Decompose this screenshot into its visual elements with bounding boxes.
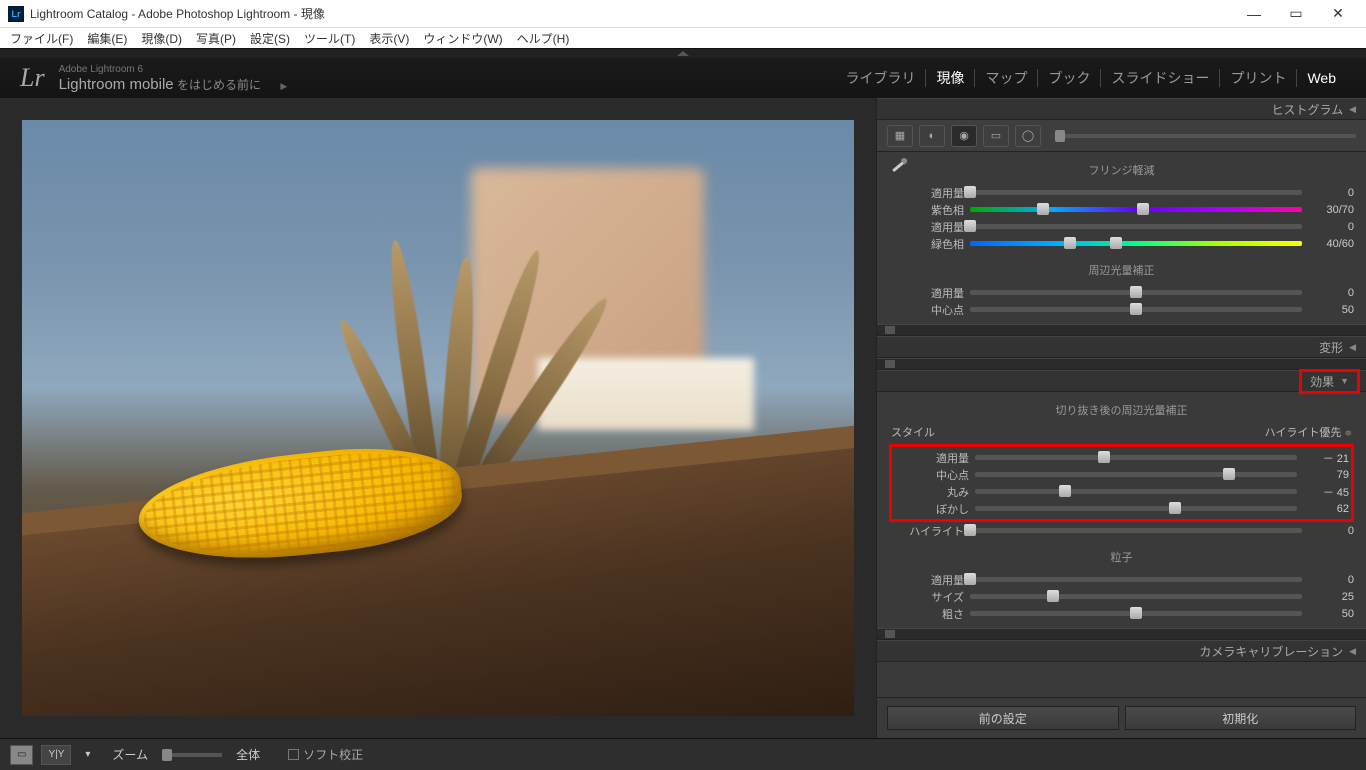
menu-tool[interactable]: ツール(T) <box>298 28 361 49</box>
brand-arrow[interactable]: ▶ <box>280 81 287 91</box>
menu-settings[interactable]: 設定(S) <box>244 28 296 49</box>
menu-edit[interactable]: 編集(E) <box>81 28 133 49</box>
app-icon: Lr <box>8 6 24 22</box>
module-header: Lr Adobe Lightroom 6 Lightroom mobile をは… <box>0 58 1366 98</box>
panel-switch-fx[interactable] <box>877 358 1366 370</box>
soft-proof-checkbox[interactable]: ソフト校正 <box>288 746 363 763</box>
style-value[interactable]: ハイライト優先 ≑ <box>1265 424 1352 440</box>
grain-title: 粒子 <box>889 549 1354 565</box>
minimize-button[interactable]: — <box>1234 2 1274 26</box>
module-map[interactable]: マップ <box>975 68 1037 88</box>
tool-strip: ▦ ◐ ◉ ▭ ◯ <box>877 120 1366 152</box>
menu-photo[interactable]: 写真(P) <box>190 28 242 49</box>
zoom-slider[interactable] <box>162 753 222 757</box>
effects-highlight-box: 適用量－ 21 中心点79 丸み－ 45 ぼかし62 <box>889 444 1354 522</box>
menu-window[interactable]: ウィンドウ(W) <box>417 28 508 49</box>
menu-view[interactable]: 表示(V) <box>363 28 415 49</box>
pc-hl-slider[interactable] <box>970 528 1302 533</box>
zoom-fit[interactable]: 全体 <box>236 746 260 763</box>
menubar: ファイル(F) 編集(E) 現像(D) 写真(P) 設定(S) ツール(T) 表… <box>0 28 1366 48</box>
module-develop[interactable]: 現像 <box>926 68 974 88</box>
module-print[interactable]: プリント <box>1220 68 1296 88</box>
spot-tool-icon[interactable]: ◐ <box>919 125 945 147</box>
module-book[interactable]: ブック <box>1038 68 1100 88</box>
brand-small: Adobe Lightroom 6 <box>59 64 288 76</box>
menu-file[interactable]: ファイル(F) <box>4 28 79 49</box>
window-title: Lightroom Catalog - Adobe Photoshop Ligh… <box>30 5 1234 22</box>
panel-histogram[interactable]: ヒストグラム◀ <box>877 98 1366 120</box>
module-web[interactable]: Web <box>1297 70 1346 86</box>
panel-effects[interactable]: 効果▼ <box>877 370 1366 392</box>
pc-mid-slider[interactable] <box>975 472 1297 477</box>
fringe-title: フリンジ軽減 <box>889 162 1354 178</box>
panel-switch-cal[interactable] <box>877 628 1366 640</box>
gradient-tool-icon[interactable]: ▭ <box>983 125 1009 147</box>
green-hue-slider[interactable] <box>970 241 1302 246</box>
fringe-amount2-slider[interactable] <box>970 224 1302 229</box>
panel-switch[interactable] <box>877 324 1366 336</box>
preview-image[interactable] <box>22 120 854 716</box>
grain-amount-slider[interactable] <box>970 577 1302 582</box>
grain-rough-slider[interactable] <box>970 611 1302 616</box>
brand-big: Lightroom mobile <box>59 76 174 93</box>
redeye-tool-icon[interactable]: ◉ <box>951 125 977 147</box>
lr-logo: Lr <box>20 63 45 93</box>
post-crop-title: 切り抜き後の周辺光量補正 <box>889 402 1354 418</box>
view-compare-icon[interactable]: Y|Y <box>41 745 71 765</box>
reset-button[interactable]: 初期化 <box>1125 706 1357 730</box>
style-label: スタイル <box>891 424 935 440</box>
pc-feather-slider[interactable] <box>975 506 1297 511</box>
view-split-icon[interactable]: ▾ <box>79 745 96 765</box>
previous-settings-button[interactable]: 前の設定 <box>887 706 1119 730</box>
right-panel: ヒストグラム◀ ▦ ◐ ◉ ▭ ◯ フリンジ軽減 適用量0 紫色相30/70 適… <box>876 98 1366 738</box>
menu-help[interactable]: ヘルプ(H) <box>511 28 576 49</box>
panel-camera-cal[interactable]: カメラキャリブレーション◀ <box>877 640 1366 662</box>
titlebar: Lr Lightroom Catalog - Adobe Photoshop L… <box>0 0 1366 28</box>
purple-hue-slider[interactable] <box>970 207 1302 212</box>
panel-transform[interactable]: 変形◀ <box>877 336 1366 358</box>
module-library[interactable]: ライブラリ <box>835 68 925 88</box>
pc-amount-slider[interactable] <box>975 455 1297 460</box>
lens-mid-slider[interactable] <box>970 307 1302 312</box>
view-single-icon[interactable]: ▭ <box>10 745 33 765</box>
zoom-label: ズーム <box>112 746 148 763</box>
top-panel-toggle[interactable] <box>0 48 1366 58</box>
lens-amount-slider[interactable] <box>970 290 1302 295</box>
menu-develop[interactable]: 現像(D) <box>135 28 188 49</box>
brand-sub: をはじめる前に <box>177 78 261 92</box>
footer-toolbar: ▭ Y|Y ▾ ズーム 全体 ソフト校正 <box>0 738 1366 770</box>
radial-tool-icon[interactable]: ◯ <box>1015 125 1041 147</box>
preview-area <box>0 98 876 738</box>
lens-vignette-title: 周辺光量補正 <box>889 262 1354 278</box>
tool-slider[interactable] <box>1055 134 1356 138</box>
fringe-amount1-slider[interactable] <box>970 190 1302 195</box>
grain-size-slider[interactable] <box>970 594 1302 599</box>
pc-round-slider[interactable] <box>975 489 1297 494</box>
maximize-button[interactable]: ▭ <box>1276 2 1316 26</box>
close-button[interactable]: ✕ <box>1318 2 1358 26</box>
crop-tool-icon[interactable]: ▦ <box>887 125 913 147</box>
module-slideshow[interactable]: スライドショー <box>1101 68 1219 88</box>
